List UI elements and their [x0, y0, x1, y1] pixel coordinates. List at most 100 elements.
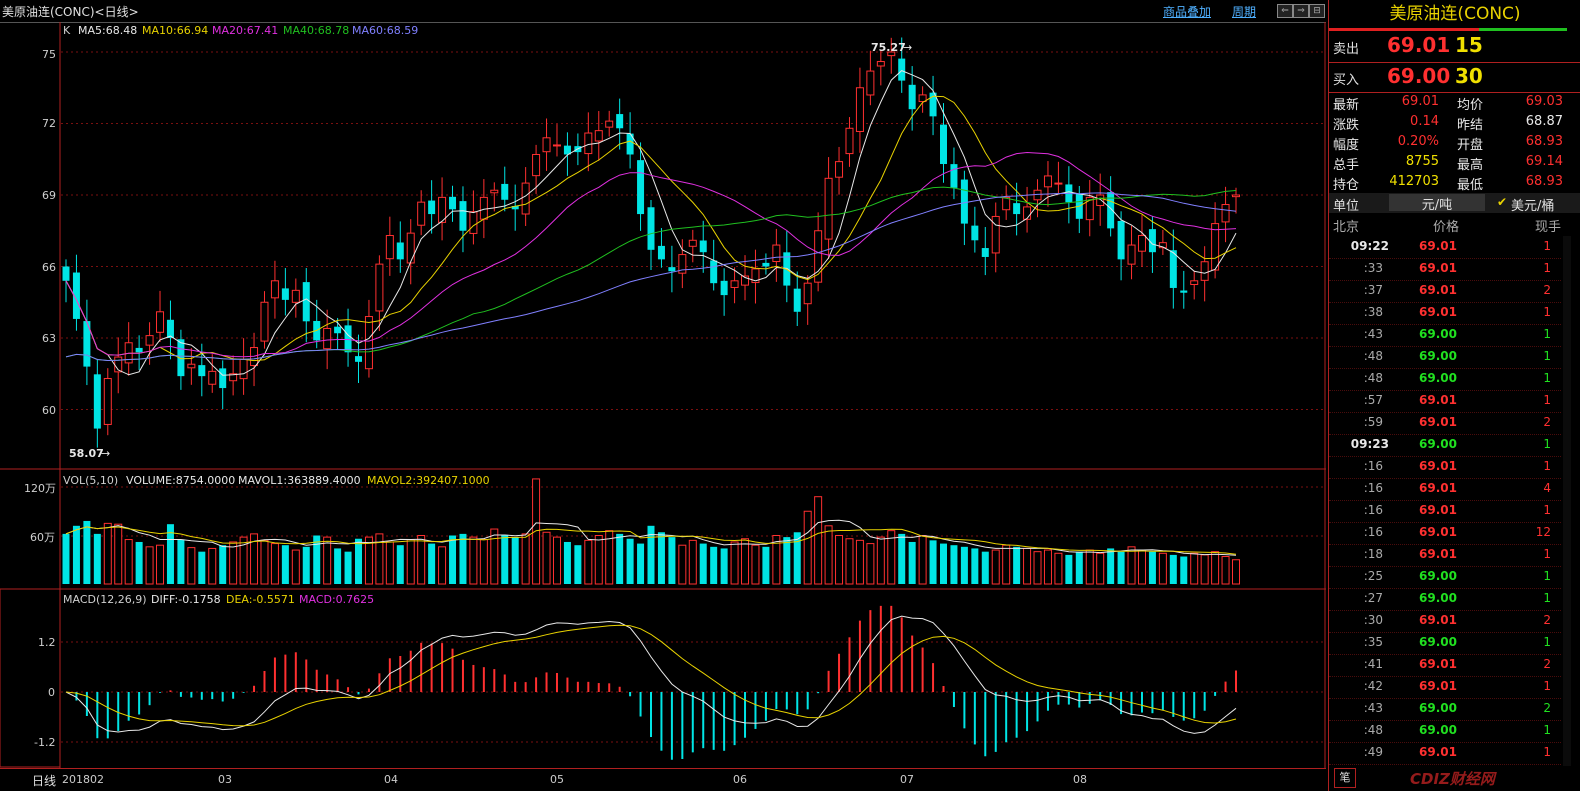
volume-bar	[1137, 549, 1146, 585]
candle	[720, 268, 728, 316]
tick-row: :59 69.01 2	[1329, 412, 1561, 435]
candle	[72, 254, 80, 331]
ma10-legend: MA10:66.94	[142, 24, 208, 37]
tick-price: 69.01	[1419, 239, 1457, 253]
ticks-header-price: 价格	[1433, 220, 1460, 235]
macd-ytick: 1.2	[38, 636, 56, 649]
volume-bar	[1190, 552, 1199, 585]
volume-bar	[260, 539, 269, 585]
volume-bar	[637, 543, 645, 584]
volume-bar	[1169, 554, 1177, 584]
candle	[1221, 186, 1230, 243]
stat-row: 持仓 412703 最低 68.93	[1329, 174, 1580, 194]
stat-value: 69.14	[1525, 154, 1563, 169]
dea-legend: DEA:-0.5571	[226, 593, 295, 606]
nav-right-icon[interactable]: ⇒	[1293, 4, 1309, 18]
volume-bar	[72, 525, 80, 584]
unit-yuan-option[interactable]: 元/吨	[1389, 194, 1485, 213]
buy-price: 69.00	[1387, 64, 1451, 88]
tick-price: 69.01	[1419, 283, 1457, 297]
tick-time: :57	[1363, 393, 1383, 407]
tab-trades[interactable]: 笔	[1334, 768, 1356, 788]
candle	[302, 268, 310, 343]
tick-qty: 1	[1543, 547, 1551, 561]
candle	[124, 322, 133, 376]
candle	[855, 67, 864, 153]
volume-bar	[145, 546, 154, 585]
tick-price: 69.01	[1419, 547, 1457, 561]
candle	[438, 177, 447, 241]
volume-bar	[668, 537, 676, 584]
nav-left-icon[interactable]: ⇐	[1277, 4, 1293, 18]
stat-label: 开盘	[1457, 138, 1484, 153]
nav-restore-icon[interactable]: ⊟	[1309, 4, 1325, 18]
stat-value: 8755	[1405, 154, 1439, 169]
tick-price: 69.00	[1419, 327, 1457, 341]
tick-row: :25 69.00 1	[1329, 566, 1561, 589]
candle	[605, 110, 614, 137]
tick-time: :48	[1363, 349, 1383, 363]
ma20-legend: MA20:67.41	[212, 24, 278, 37]
candle	[866, 50, 875, 106]
candle	[699, 220, 707, 273]
tick-row: :49 69.01 1	[1329, 742, 1561, 765]
tick-time: :37	[1363, 283, 1383, 297]
candle	[1180, 270, 1188, 309]
candle	[103, 368, 112, 436]
volume-bar	[960, 546, 968, 584]
candle	[260, 291, 269, 349]
volume-bar	[428, 543, 436, 584]
volume-bar	[93, 533, 101, 584]
unit-label: 单位	[1333, 199, 1360, 214]
tick-qty: 12	[1535, 525, 1551, 539]
x-tick: 03	[218, 773, 232, 786]
ratio-bar-down	[1479, 28, 1567, 31]
stat-label: 最高	[1457, 158, 1484, 173]
macd-ytick: 0	[48, 686, 55, 699]
tick-price: 69.01	[1419, 503, 1457, 517]
tick-qty: 2	[1543, 657, 1551, 671]
tick-time: :16	[1363, 525, 1383, 539]
volume-bar	[803, 510, 812, 585]
candle	[584, 112, 593, 172]
kline-chart[interactable]: K MA5:68.48 MA10:66.94 MA20:67.41 MA40:6…	[0, 22, 1326, 768]
tick-row: :35 69.00 1	[1329, 632, 1561, 655]
ticks-header-qty: 现手	[1535, 220, 1562, 235]
volume-bar	[501, 535, 509, 584]
tick-qty: 1	[1543, 327, 1551, 341]
x-tick: 04	[384, 773, 398, 786]
candle	[208, 354, 217, 393]
candle	[281, 268, 289, 316]
volume-bar	[1043, 549, 1052, 585]
stat-value: 69.01	[1401, 94, 1439, 109]
volume-bar	[563, 541, 571, 584]
candle	[626, 112, 634, 169]
ticks-list[interactable]: 09:22 69.01 1:33 69.01 1:37 69.01 2:38 69.01 1:4…	[1329, 236, 1569, 766]
ticks-scrollbar[interactable]	[1563, 236, 1571, 766]
volume-bar	[824, 525, 833, 585]
stat-label: 最新	[1333, 98, 1360, 113]
tick-price: 69.01	[1419, 305, 1457, 319]
unit-usd-option[interactable]: 美元/桶	[1511, 195, 1554, 214]
tick-row: :57 69.01 1	[1329, 390, 1561, 413]
tick-price: 69.00	[1419, 635, 1457, 649]
tick-price: 69.00	[1419, 591, 1457, 605]
overlay-link[interactable]: 商品叠加	[1163, 3, 1211, 20]
stat-row: 幅度 0.20% 开盘 68.93	[1329, 134, 1580, 154]
volume-bar	[521, 533, 530, 585]
macd-histogram	[75, 605, 1237, 760]
volume-bar	[1180, 556, 1188, 584]
x-tick: 08	[1073, 773, 1087, 786]
volume-bar	[1221, 556, 1230, 585]
volume-bar	[187, 547, 196, 585]
candle	[406, 219, 415, 285]
volume-bar	[1211, 551, 1220, 585]
volume-bar	[1117, 551, 1125, 584]
tick-qty: 1	[1543, 569, 1551, 583]
tick-row: :48 69.00 1	[1329, 720, 1561, 743]
kline-label: K	[63, 24, 71, 37]
stat-row: 涨跌 0.14 昨结 68.87	[1329, 114, 1580, 134]
stat-value: 0.20%	[1397, 134, 1439, 149]
period-label[interactable]: 日线	[32, 772, 56, 789]
period-link[interactable]: 周期	[1232, 3, 1256, 20]
